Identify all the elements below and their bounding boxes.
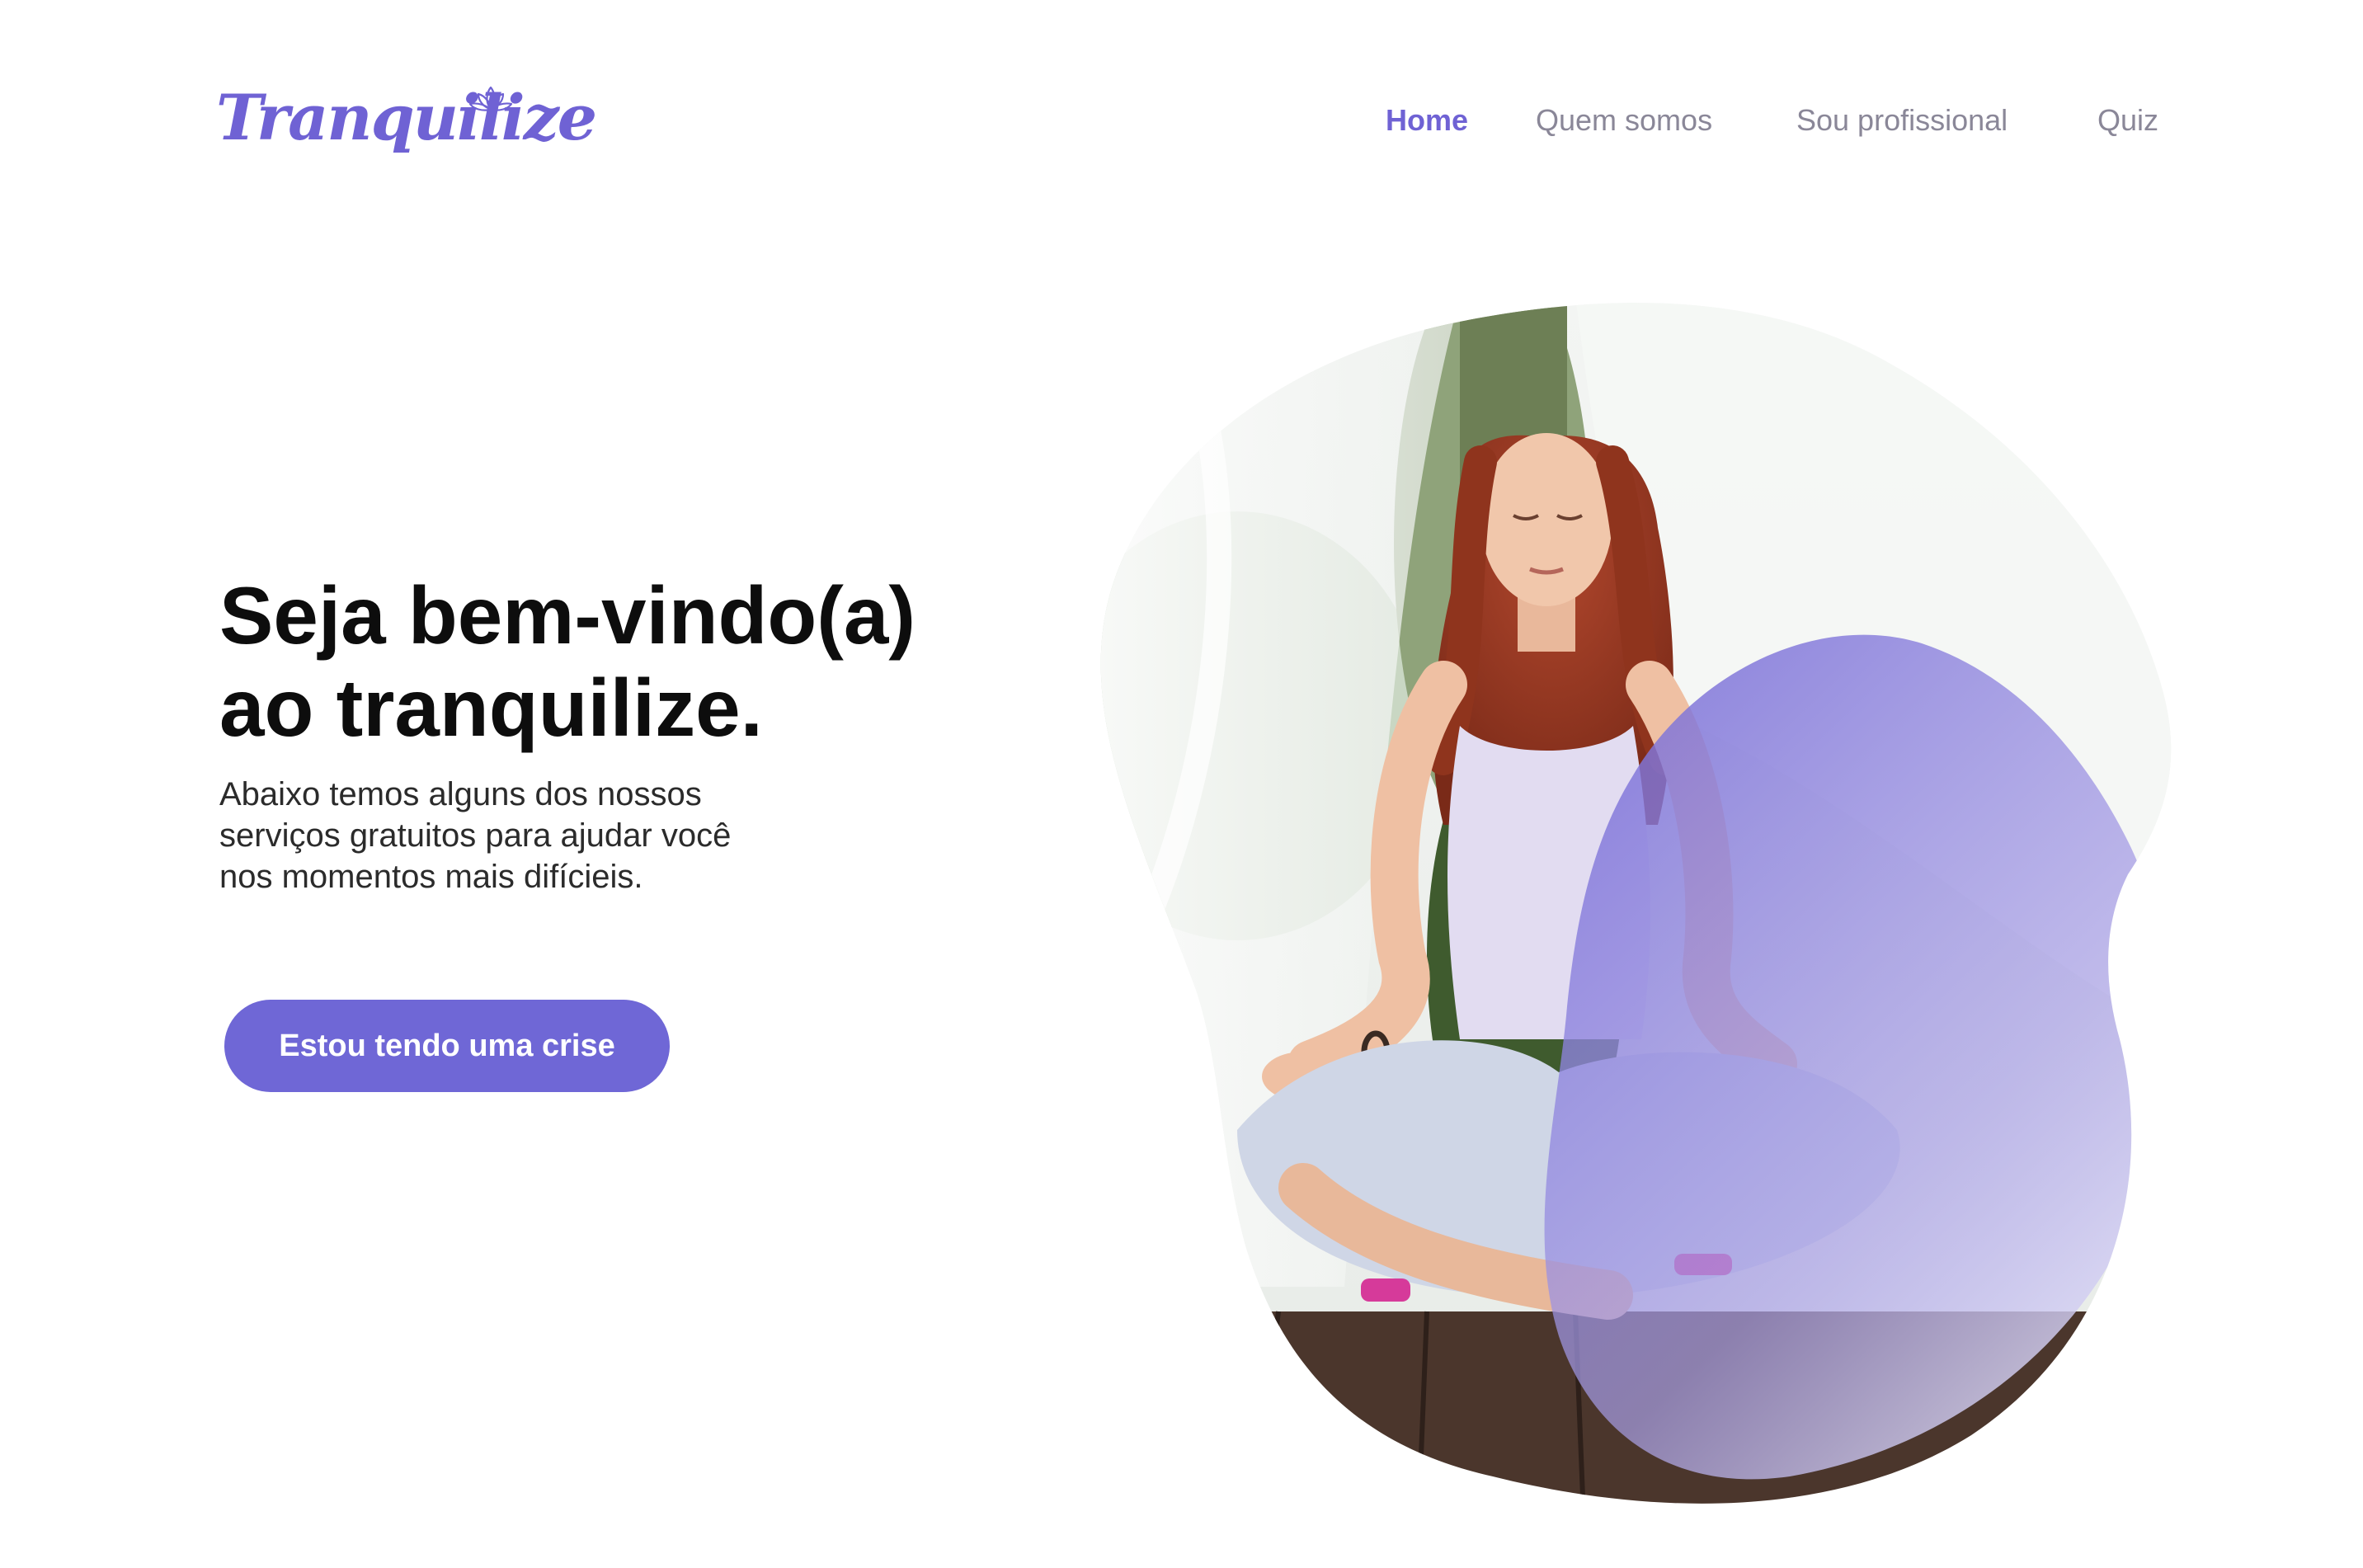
- page: Tranquilize Home Quem somos Sou profissi…: [0, 0, 2363, 1568]
- nav-item-home[interactable]: Home: [1386, 97, 1468, 144]
- hero-image: [1100, 303, 2172, 1504]
- hero-title-line-1: Seja bem-vindo(a): [219, 570, 916, 661]
- main-nav: Home Quem somos Sou profissional Quiz: [0, 97, 2363, 147]
- hero-subtitle: Abaixo temos alguns dos nossos serviços …: [219, 774, 846, 897]
- crisis-button[interactable]: Estou tendo uma crise: [224, 1000, 670, 1092]
- hero-subtitle-line-2: serviços gratuitos para ajudar você: [219, 817, 732, 854]
- hero-subtitle-line-3: nos momentos mais difícieis.: [219, 859, 643, 895]
- hero-title-line-2: ao tranquilize.: [219, 662, 763, 753]
- nav-item-quem-somos[interactable]: Quem somos: [1536, 97, 1712, 144]
- hero-subtitle-line-1: Abaixo temos alguns dos nossos: [219, 776, 702, 812]
- nav-item-sou-profissional[interactable]: Sou profissional: [1796, 97, 2008, 144]
- nav-item-quiz[interactable]: Quiz: [2097, 97, 2158, 144]
- hero-title: Seja bem-vindo(a) ao tranquilize.: [219, 569, 1044, 754]
